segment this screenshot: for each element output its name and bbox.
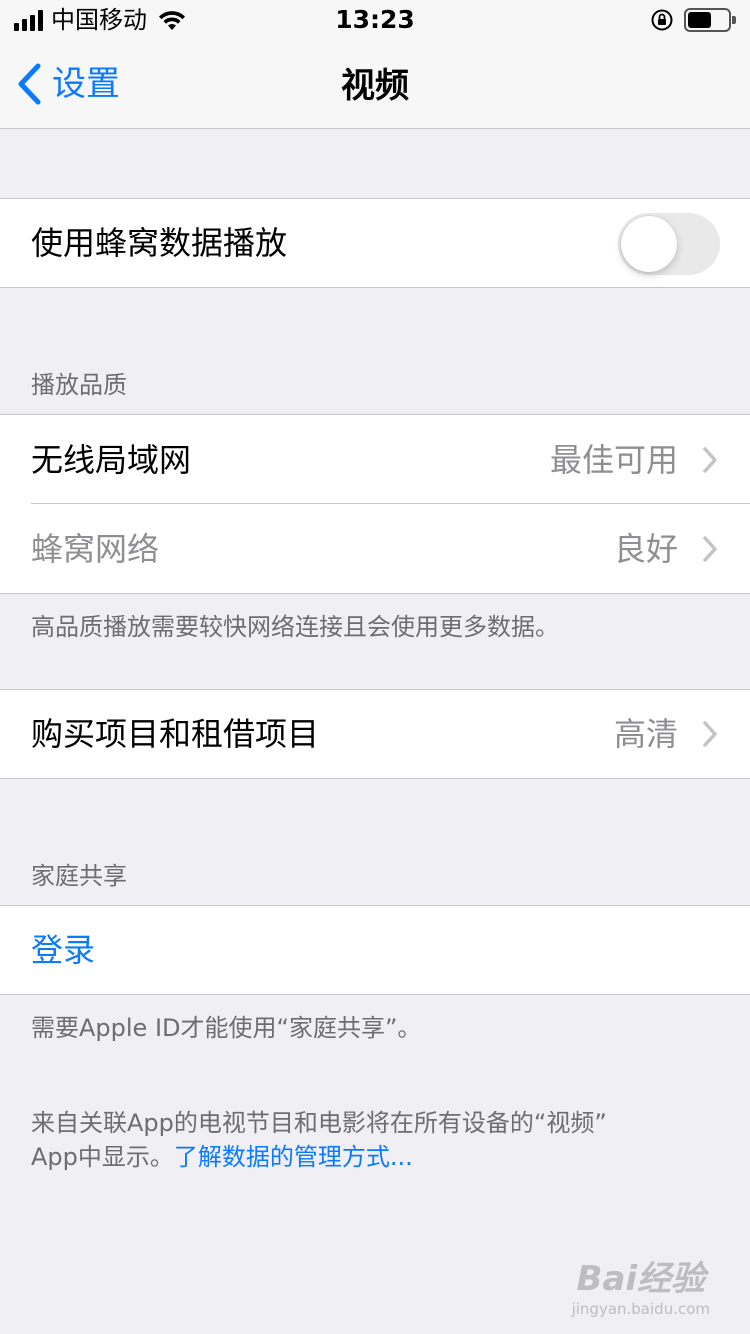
family-signin-row[interactable]: 登录 (0, 905, 750, 995)
family-sharing-header: 家庭共享 (31, 862, 127, 890)
cellular-quality-value: 良好 (613, 529, 678, 568)
cellular-playback-toggle[interactable] (618, 213, 720, 275)
bottom-note-line1: 来自关联App的电视节目和电影将在所有设备的“视频” (31, 1109, 607, 1137)
battery-icon (684, 8, 736, 32)
cellular-quality-row[interactable]: 蜂窝网络 良好 (0, 504, 750, 594)
purchases-rentals-value: 高清 (613, 715, 678, 753)
watermark-brand: Bai经验 (576, 1259, 706, 1299)
status-right-group (650, 8, 736, 32)
wifi-quality-value: 最佳可用 (549, 440, 678, 479)
wifi-quality-row[interactable]: 无线局域网 最佳可用 (0, 414, 750, 504)
rotation-lock-icon (651, 9, 673, 31)
chevron-right-icon (703, 721, 717, 747)
bottom-note-prefix: App中显示。 (31, 1143, 174, 1171)
wifi-quality-label: 无线局域网 (31, 440, 192, 479)
watermark-logo: Bai经验 jingyan.baidu.com (572, 1251, 710, 1318)
cellular-quality-label: 蜂窝网络 (31, 529, 160, 568)
bottom-note: 来自关联App的电视节目和电影将在所有设备的“视频” App中显示。了解数据的管… (31, 1106, 731, 1174)
cellular-playback-row: 使用蜂窝数据播放 (0, 198, 750, 288)
purchases-rentals-row[interactable]: 购买项目和租借项目 高清 (0, 689, 750, 779)
bottom-note-line2: App中显示。了解数据的管理方式... (31, 1140, 731, 1174)
cellular-playback-label: 使用蜂窝数据播放 (31, 224, 288, 262)
quality-section-header: 播放品质 (31, 371, 127, 399)
watermark-url: jingyan.baidu.com (571, 1300, 710, 1318)
status-time: 13:23 (335, 5, 415, 34)
sign-in-button[interactable]: 登录 (31, 930, 95, 970)
chevron-right-icon (703, 446, 717, 473)
purchases-rentals-label: 购买项目和租借项目 (31, 715, 320, 753)
family-sharing-footer: 需要Apple ID才能使用“家庭共享”。 (31, 1014, 422, 1042)
toggle-knob (621, 216, 677, 272)
quality-section-footer: 高品质播放需要较快网络连接且会使用更多数据。 (31, 613, 559, 641)
learn-data-management-link[interactable]: 了解数据的管理方式... (174, 1143, 413, 1171)
navigation-bar: 设置 视频 (0, 40, 750, 129)
chevron-right-icon (703, 535, 717, 562)
page-title: 视频 (341, 66, 409, 106)
status-bar: 中国移动 13:23 (0, 0, 750, 40)
